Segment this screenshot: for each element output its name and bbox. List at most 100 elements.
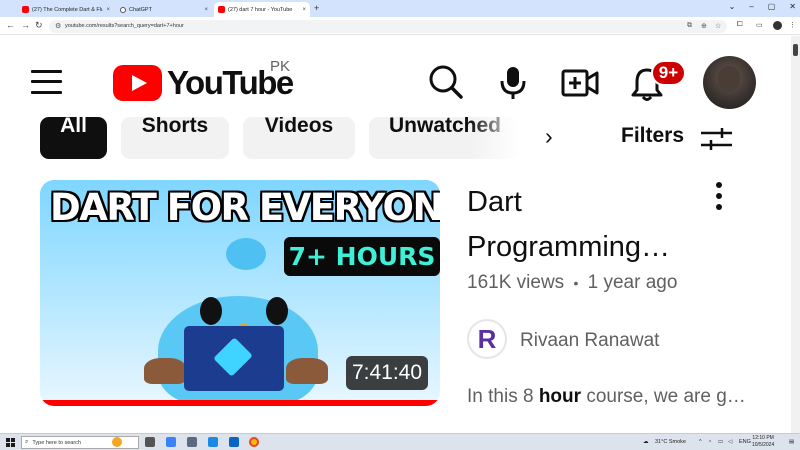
taskbar-clock[interactable]: 12:10 PM 10/5/2024: [752, 435, 774, 449]
reload-icon[interactable]: ↻: [35, 20, 43, 31]
menu-icon[interactable]: [31, 70, 62, 94]
file-explorer-icon[interactable]: [187, 437, 197, 447]
chip-label: All: [60, 117, 87, 137]
minimize-button[interactable]: –: [749, 2, 753, 11]
thumbnail-hours-badge: 7+ HOURS: [284, 237, 440, 276]
watch-progress-bar: [40, 400, 440, 406]
filters-icon[interactable]: [700, 127, 733, 151]
chrome-icon[interactable]: [249, 437, 259, 447]
tab-title: (27) dart 7 hour - YouTube: [228, 6, 293, 13]
url-text: youtube.com/results?search_query=dart+7+…: [65, 23, 184, 29]
country-code: PK: [270, 58, 291, 75]
more-vert-icon[interactable]: [714, 182, 724, 212]
filters-button[interactable]: Filters: [621, 124, 684, 148]
desc-highlight: hour: [538, 386, 582, 407]
browser-tab-dart-flutter[interactable]: (27) The Complete Dart & Flutt ×: [18, 2, 114, 17]
forward-arrow-icon[interactable]: →: [21, 20, 30, 30]
chip-label: Videos: [264, 117, 334, 137]
video-thumbnail[interactable]: DART FOR EVERYONE 7+ HOURS 7:41:40: [40, 180, 440, 406]
youtube-favicon-icon: [22, 6, 29, 13]
browser-tab-youtube-search[interactable]: (27) dart 7 hour - YouTube ×: [214, 2, 310, 17]
desc-text: In this 8: [467, 386, 539, 407]
network-icon[interactable]: ◔: [708, 439, 711, 445]
youtube-logo[interactable]: YouTube: [113, 64, 294, 102]
mail-icon[interactable]: [229, 437, 239, 447]
language-indicator[interactable]: ENG: [739, 439, 751, 445]
scrollbar-thumb[interactable]: [793, 44, 798, 56]
chip-videos[interactable]: Videos: [243, 117, 355, 159]
microphone-icon[interactable]: [499, 65, 527, 101]
search-highlight-icon[interactable]: [112, 437, 122, 447]
new-tab-button[interactable]: +: [314, 3, 319, 13]
browser-tab-strip: (27) The Complete Dart & Flutt × ChatGPT…: [0, 0, 800, 17]
user-avatar[interactable]: [703, 56, 756, 109]
browser-tab-chatgpt[interactable]: ChatGPT ×: [116, 2, 212, 17]
video-description-snippet: In this 8 hour course, we are g…: [467, 386, 746, 408]
channel-avatar[interactable]: R: [467, 319, 507, 359]
store-icon[interactable]: [208, 437, 218, 447]
chip-label: Shorts: [141, 117, 209, 137]
close-window-button[interactable]: ✕: [789, 2, 796, 11]
notification-count-badge[interactable]: 9+: [651, 60, 686, 86]
create-video-icon[interactable]: [561, 68, 599, 98]
video-duration-badge: 7:41:40: [346, 356, 428, 390]
tray-arrow-icon[interactable]: ^: [699, 439, 702, 445]
youtube-favicon-icon: [218, 6, 225, 13]
clock-date: 10/5/2024: [752, 442, 775, 448]
site-info-icon[interactable]: ⚙: [55, 22, 61, 30]
video-title-line: Dart: [467, 186, 522, 218]
video-metadata: 161K views • 1 year ago: [467, 272, 677, 294]
volume-icon[interactable]: ◁: [728, 439, 732, 445]
sidebar-icon[interactable]: ▭: [756, 21, 763, 29]
mascot-foot: [144, 358, 186, 384]
zoom-icon[interactable]: ⊕: [701, 22, 707, 30]
tab-title: ChatGPT: [129, 6, 152, 13]
browser-toolbar: ← → ↻ ⚙ youtube.com/results?search_query…: [0, 17, 800, 35]
mascot-eye: [266, 297, 288, 325]
close-tab-icon[interactable]: ×: [204, 7, 208, 13]
browser-profile-avatar[interactable]: [773, 21, 782, 30]
chatgpt-favicon-icon: [120, 6, 126, 13]
chip-scroll-fade: [470, 117, 520, 159]
weather-status[interactable]: 31°C Smoke: [655, 439, 686, 445]
bookmark-star-icon[interactable]: ☆: [715, 22, 721, 30]
tab-title: (27) The Complete Dart & Flutt: [32, 6, 104, 13]
video-title[interactable]: Dart Programming…: [467, 180, 697, 270]
weather-icon[interactable]: ☁: [643, 439, 649, 445]
close-tab-icon[interactable]: ×: [302, 7, 306, 13]
mascot-foot: [286, 358, 328, 384]
browser-menu-icon[interactable]: ⋮: [789, 21, 796, 29]
page-scrollbar[interactable]: [791, 36, 800, 433]
clock-time: 12:10 PM: [752, 435, 774, 441]
address-bar[interactable]: ⚙ youtube.com/results?search_query=dart+…: [49, 20, 727, 33]
search-icon: ⌕: [25, 439, 29, 445]
windows-taskbar: ⌕ Type here to search ☁ 31°C Smoke ^ ◔ ▭…: [0, 433, 800, 450]
task-view-icon[interactable]: [145, 437, 155, 447]
tab-search-icon[interactable]: ⌄: [729, 2, 736, 11]
thumbnail-headline: DART FOR EVERYONE: [50, 186, 440, 229]
chip-shorts[interactable]: Shorts: [121, 117, 229, 159]
copilot-icon[interactable]: [166, 437, 176, 447]
upload-age: 1 year ago: [587, 272, 678, 293]
windows-start-icon[interactable]: [6, 438, 15, 447]
close-tab-icon[interactable]: ×: [106, 7, 110, 13]
back-arrow-icon[interactable]: ←: [6, 20, 15, 30]
youtube-play-icon: [113, 65, 162, 101]
desc-text: course, we are g…: [581, 386, 746, 407]
mascot-crest: [226, 238, 266, 270]
dart-logo-laptop: [184, 326, 284, 391]
chip-all[interactable]: All: [40, 117, 107, 159]
video-title-line: Programming…: [467, 231, 671, 263]
channel-name[interactable]: Rivaan Ranawat: [520, 330, 659, 352]
chevron-right-icon[interactable]: ›: [545, 123, 553, 150]
meta-separator: •: [573, 275, 579, 291]
battery-icon[interactable]: ▭: [718, 439, 723, 445]
screen: (27) The Complete Dart & Flutt × ChatGPT…: [0, 0, 800, 450]
install-app-icon[interactable]: ⧉: [687, 22, 692, 30]
notification-center-icon[interactable]: ▤: [789, 439, 794, 445]
view-count: 161K views: [467, 272, 565, 293]
maximize-button[interactable]: ▢: [768, 2, 776, 11]
search-icon[interactable]: [428, 64, 464, 100]
extensions-icon[interactable]: ⧠: [737, 21, 743, 29]
window-controls: ⌄ – ▢ ✕: [729, 2, 796, 11]
